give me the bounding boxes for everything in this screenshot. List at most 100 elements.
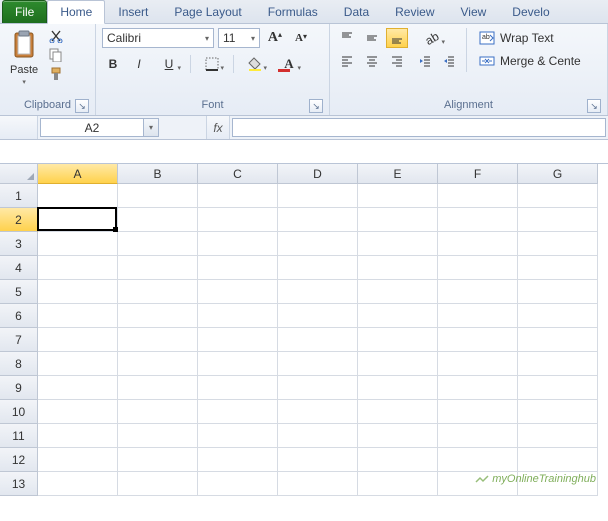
cell-C6[interactable] — [198, 304, 278, 328]
cell-D6[interactable] — [278, 304, 358, 328]
cell-F10[interactable] — [438, 400, 518, 424]
cell-C8[interactable] — [198, 352, 278, 376]
wrap-text-button[interactable]: ab Wrap Text — [475, 28, 585, 48]
row-header-9[interactable]: 9 — [0, 376, 38, 400]
cell-D2[interactable] — [278, 208, 358, 232]
row-header-4[interactable]: 4 — [0, 256, 38, 280]
cell-B12[interactable] — [118, 448, 198, 472]
cell-E8[interactable] — [358, 352, 438, 376]
cell-F5[interactable] — [438, 280, 518, 304]
increase-font-button[interactable]: A▴ — [264, 28, 286, 48]
tab-home[interactable]: Home — [47, 0, 105, 24]
underline-button[interactable]: U — [154, 54, 184, 74]
cell-F8[interactable] — [438, 352, 518, 376]
cell-G4[interactable] — [518, 256, 598, 280]
tab-view[interactable]: View — [448, 0, 500, 23]
format-painter-button[interactable] — [48, 66, 64, 82]
copy-button[interactable] — [48, 47, 64, 63]
orientation-button[interactable]: ab — [414, 28, 448, 48]
merge-center-button[interactable]: Merge & Cente — [475, 51, 585, 71]
cell-C13[interactable] — [198, 472, 278, 496]
cell-A10[interactable] — [38, 400, 118, 424]
column-header-C[interactable]: C — [198, 164, 278, 184]
cell-G5[interactable] — [518, 280, 598, 304]
tab-file[interactable]: File — [2, 0, 47, 23]
cell-D7[interactable] — [278, 328, 358, 352]
cell-B2[interactable] — [118, 208, 198, 232]
cell-C10[interactable] — [198, 400, 278, 424]
cell-D10[interactable] — [278, 400, 358, 424]
row-header-13[interactable]: 13 — [0, 472, 38, 496]
row-header-3[interactable]: 3 — [0, 232, 38, 256]
name-box-dropdown[interactable]: ▾ — [143, 118, 159, 137]
tab-data[interactable]: Data — [331, 0, 382, 23]
cell-G3[interactable] — [518, 232, 598, 256]
cell-F12[interactable] — [438, 448, 518, 472]
cell-E11[interactable] — [358, 424, 438, 448]
cell-F7[interactable] — [438, 328, 518, 352]
cell-A12[interactable] — [38, 448, 118, 472]
cell-F1[interactable] — [438, 184, 518, 208]
font-size-combo[interactable]: 11▾ — [218, 28, 260, 48]
italic-button[interactable]: I — [128, 54, 150, 74]
cell-C4[interactable] — [198, 256, 278, 280]
cell-E2[interactable] — [358, 208, 438, 232]
tab-developer[interactable]: Develo — [499, 0, 562, 23]
cell-A11[interactable] — [38, 424, 118, 448]
row-header-12[interactable]: 12 — [0, 448, 38, 472]
cell-A3[interactable] — [38, 232, 118, 256]
cell-E5[interactable] — [358, 280, 438, 304]
cell-F3[interactable] — [438, 232, 518, 256]
align-top-button[interactable] — [336, 28, 358, 48]
cell-E10[interactable] — [358, 400, 438, 424]
cell-C3[interactable] — [198, 232, 278, 256]
cell-F9[interactable] — [438, 376, 518, 400]
tab-review[interactable]: Review — [382, 0, 447, 23]
cell-B5[interactable] — [118, 280, 198, 304]
cell-A5[interactable] — [38, 280, 118, 304]
decrease-indent-button[interactable] — [414, 51, 436, 71]
cell-B9[interactable] — [118, 376, 198, 400]
row-header-2[interactable]: 2 — [0, 208, 38, 232]
cell-A8[interactable] — [38, 352, 118, 376]
cell-E1[interactable] — [358, 184, 438, 208]
cell-F6[interactable] — [438, 304, 518, 328]
cell-A2[interactable] — [38, 208, 118, 232]
cell-E4[interactable] — [358, 256, 438, 280]
cell-D1[interactable] — [278, 184, 358, 208]
cell-B3[interactable] — [118, 232, 198, 256]
cell-G7[interactable] — [518, 328, 598, 352]
cell-C5[interactable] — [198, 280, 278, 304]
cell-D9[interactable] — [278, 376, 358, 400]
cell-C12[interactable] — [198, 448, 278, 472]
cell-D12[interactable] — [278, 448, 358, 472]
cell-D11[interactable] — [278, 424, 358, 448]
align-bottom-button[interactable] — [386, 28, 408, 48]
cell-A1[interactable] — [38, 184, 118, 208]
borders-button[interactable] — [197, 54, 227, 74]
row-header-6[interactable]: 6 — [0, 304, 38, 328]
row-header-5[interactable]: 5 — [0, 280, 38, 304]
align-right-button[interactable] — [386, 51, 408, 71]
clipboard-dialog-launcher[interactable]: ↘ — [75, 99, 89, 113]
tab-formulas[interactable]: Formulas — [255, 0, 331, 23]
cell-E9[interactable] — [358, 376, 438, 400]
align-middle-button[interactable] — [361, 28, 383, 48]
cell-B8[interactable] — [118, 352, 198, 376]
tab-page-layout[interactable]: Page Layout — [161, 0, 254, 23]
cell-G9[interactable] — [518, 376, 598, 400]
row-header-8[interactable]: 8 — [0, 352, 38, 376]
cell-B7[interactable] — [118, 328, 198, 352]
cell-G1[interactable] — [518, 184, 598, 208]
cell-D8[interactable] — [278, 352, 358, 376]
cell-B6[interactable] — [118, 304, 198, 328]
fill-color-button[interactable] — [240, 54, 270, 74]
decrease-font-button[interactable]: A▾ — [290, 28, 312, 48]
column-header-G[interactable]: G — [518, 164, 598, 184]
cell-F2[interactable] — [438, 208, 518, 232]
cell-F4[interactable] — [438, 256, 518, 280]
cell-A6[interactable] — [38, 304, 118, 328]
cell-C9[interactable] — [198, 376, 278, 400]
row-header-7[interactable]: 7 — [0, 328, 38, 352]
tab-insert[interactable]: Insert — [105, 0, 161, 23]
